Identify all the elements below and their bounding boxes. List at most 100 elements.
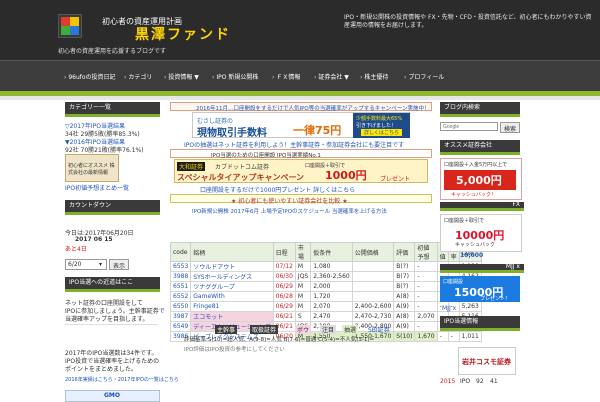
- table-row[interactable]: 6550 Fringe81 06/29 M 2,070 2,400-2,600 A(9) - -…: [169, 301, 482, 312]
- chevron-down-icon: ▾: [99, 261, 103, 268]
- banner-text: プレゼント！: [480, 296, 511, 302]
- daiwa-banner[interactable]: 大和証券 カブドットコム証券 スペシャルタイアップキャンペーン 1000円 口座…: [174, 159, 428, 183]
- ipo-notice[interactable]: IPO当選のための口座開設 IPO当選実績No.1: [170, 149, 432, 159]
- legend-item: 取扱証券: [250, 325, 279, 334]
- table-row[interactable]: 6553ソウルドアウト07/12M1,080B(?)---1,189: [169, 261, 482, 272]
- nav-item-profile[interactable]: プロフィール: [404, 72, 444, 81]
- date-select[interactable]: 6/20 ▾: [65, 259, 107, 270]
- table-cell: B(?): [393, 281, 416, 292]
- banner-price: 5,000円: [456, 174, 502, 187]
- table-row[interactable]: 3987 エコモット 06/21 S 2,470 2,470-2,730 A(8) 2,070…: [169, 311, 482, 322]
- target-date: 2017 06 15: [75, 236, 113, 243]
- show-button[interactable]: 表示: [109, 259, 129, 270]
- logo-green-square: [61, 26, 70, 35]
- sidebar-ad-banner[interactable]: 初心者にオススメ 株式会社の最新情報: [65, 154, 119, 182]
- table-cell[interactable]: 6550: [169, 301, 192, 312]
- table-cell: 06/21: [272, 311, 296, 322]
- table-cell: A(8): [393, 291, 416, 302]
- table-cell[interactable]: Fringe81: [190, 301, 274, 312]
- table-cell[interactable]: SYSホールディングス: [190, 271, 274, 282]
- stat-label: IPO: [460, 378, 471, 385]
- table-cell[interactable]: 6551: [169, 281, 192, 292]
- nav-item-category[interactable]: カテゴリ: [124, 72, 152, 81]
- table-cell: JQS: [294, 271, 312, 282]
- musashi-banner[interactable]: むさし証券の 現物取引手数料 一律75円 少額手数料最大65% 引き下げました！…: [192, 112, 410, 139]
- ipo-notice-text: IPO当選のための口座開設 IPO当選実績No.1: [211, 153, 321, 159]
- table-cell: 06/29: [272, 281, 296, 292]
- banner-price: 一律75円: [293, 124, 342, 137]
- ipo-archive-link[interactable]: 2016年実績はこちら・2017年IPOの一覧はこちら: [65, 376, 179, 383]
- campaign-notice[interactable]: 2016年11月…口座開設をするだけで人気IPO等の当選確率がアップするキャンペ…: [170, 102, 432, 112]
- mjj-label: MJJ x: [440, 264, 524, 273]
- nav-item-fx[interactable]: ＦＸ情報: [272, 72, 300, 81]
- rating-note: IPO評価はIPO投資の参考にしてください: [184, 347, 285, 353]
- legend-link[interactable]: SBI証券: [368, 325, 390, 334]
- table-cell: M: [294, 291, 312, 302]
- table-cell: M: [294, 301, 312, 312]
- table-header: 銘柄: [190, 242, 274, 262]
- widget-title: オススメ証券会社: [440, 140, 520, 155]
- ipo-forecast-link[interactable]: IPO初値予想まとめ一覧: [65, 183, 129, 192]
- broker-notice[interactable]: IPOの抽選はネット証券を利用しよう！主幹事証券・参加証券会社にも要注目です: [184, 140, 404, 149]
- table-cell[interactable]: 6552: [169, 291, 192, 302]
- gmo-label: GMO: [104, 392, 120, 399]
- show-button-label: 表示: [113, 263, 126, 270]
- banner-headline: 現物取引手数料: [197, 128, 267, 139]
- legend-item: 主幹事: [215, 325, 238, 334]
- table-row[interactable]: 3988SYSホールディングス06/30JQS2,360-2,560B(7)--…: [169, 271, 482, 282]
- promo-banner-2[interactable]: 口座開設＋取引で 10000円 キャッシュバック: [440, 214, 522, 252]
- table-cell: 1,670: [414, 331, 438, 342]
- legend-item: ボウ: [295, 325, 312, 334]
- main-content: 2016年11月…口座開設をするだけで人気IPO等の当選確率がアップするキャンペ…: [169, 102, 482, 400]
- table-cell: 07/12: [272, 261, 296, 272]
- banner-text: キャッシュバック: [455, 242, 496, 248]
- table-header: code: [169, 242, 192, 262]
- campaign-link[interactable]: 口座開設をするだけで1000円プレゼント 詳しくはこちら: [200, 185, 355, 194]
- table-cell: -: [414, 291, 438, 302]
- table-cell: 2,470: [310, 311, 353, 322]
- ipo-schedule-link[interactable]: IPO新規公開株 2017年6月 上場予定IPOのスケジュール 当選確率を上げる…: [192, 207, 387, 215]
- table-cell[interactable]: 6553: [169, 261, 192, 272]
- table-cell[interactable]: 3987: [169, 311, 192, 322]
- table-cell: 2,400-2,600: [351, 301, 395, 312]
- compare-notice[interactable]: ★ 初心者にも使いやすい証券会社を比較 ★: [170, 194, 432, 205]
- logo-icon[interactable]: [58, 14, 82, 38]
- stat-wins: 41: [490, 378, 498, 385]
- table-row[interactable]: 6552GameWith06/28M1,720A(8)---3,950: [169, 291, 482, 302]
- table-cell[interactable]: GameWith: [190, 291, 274, 302]
- table-cell[interactable]: ソウルドアウト: [190, 261, 274, 272]
- nav-item-diary[interactable]: 96ufoの投資日記: [64, 72, 115, 81]
- iwai-cosmo-banner[interactable]: 岩井コスモ証券: [458, 347, 516, 375]
- promo-banner-3[interactable]: 口座開設 15000円 プレゼント！: [440, 276, 520, 302]
- banner-text: キャッシュバック！: [451, 192, 497, 198]
- nav-item-ipo[interactable]: IPO 新規公開株: [212, 72, 258, 81]
- site-title[interactable]: 黒澤ファンド: [135, 24, 231, 44]
- search-input[interactable]: [440, 122, 498, 131]
- table-header-row: code 銘柄 日程 市場 仮条件 公開価格 評価 初値予想 初値 倍率 口数: [169, 242, 482, 262]
- header-description: IPO・新規公開株の投資情報や FX・先物・CFD・投資信託など、初心者にもわか…: [344, 14, 592, 29]
- table-cell: M: [294, 281, 312, 292]
- search-button[interactable]: 検索: [500, 122, 520, 133]
- table-cell: -: [414, 301, 438, 312]
- date-select-value: 6/20: [68, 261, 82, 268]
- table-cell: [351, 281, 395, 292]
- logo-yellow-square: [70, 17, 79, 26]
- table-header: 日程: [272, 242, 296, 262]
- nav-item-brokers[interactable]: 証券会社 ▼: [314, 72, 349, 81]
- gmo-banner[interactable]: GMO: [65, 390, 160, 402]
- table-legend: 主幹事 取扱証券 ボウ 注目 抽選 SBI証券: [170, 325, 432, 334]
- table-cell[interactable]: ツナググループ: [190, 281, 274, 292]
- banner-detail-button[interactable]: 詳しくはこちら: [361, 129, 403, 136]
- table-cell[interactable]: エコモット: [190, 311, 274, 322]
- search-button-label: 検索: [504, 126, 517, 133]
- table-row[interactable]: 6551ツナググループ06/29M2,000B(?)---2,440: [169, 281, 482, 292]
- left-sidebar: カテゴリー一覧 ▽2017年IPO当選結果 34社 29勝5敗(勝率85.3%)…: [65, 102, 179, 402]
- ipo-stats-row: 2015 IPO 92 41: [440, 378, 520, 388]
- promo-banner-1[interactable]: 口座開設＋入金5万円以上で 5,000円 キャッシュバック！: [440, 158, 522, 200]
- table-cell: B(?): [393, 261, 416, 272]
- nav-item-investment[interactable]: 投資情報 ▼: [164, 72, 199, 81]
- table-cell: M: [294, 261, 312, 272]
- table-cell: 06/30: [272, 271, 296, 282]
- table-cell[interactable]: 3988: [169, 271, 192, 282]
- nav-item-benefits[interactable]: 株主優待: [360, 72, 388, 81]
